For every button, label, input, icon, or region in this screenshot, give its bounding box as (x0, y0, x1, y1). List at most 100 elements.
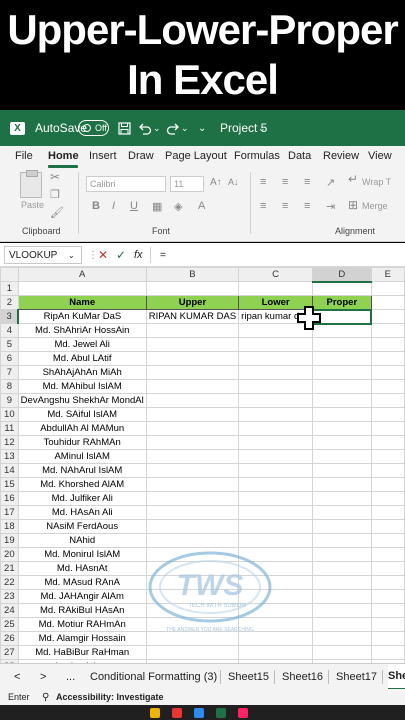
header-cell-upper[interactable]: Upper (145, 295, 240, 310)
row-header[interactable]: 4 (0, 323, 19, 338)
cell-name[interactable]: Md. Alamgir Hossain (17, 631, 147, 646)
cell[interactable] (312, 575, 372, 590)
cell-name[interactable]: Md. Julfiker Ali (17, 491, 147, 506)
cell-name[interactable]: DevAngshu ShekhAr MondAl (17, 393, 147, 408)
cell-name[interactable]: NAsiM FerdAous (17, 519, 147, 534)
cell[interactable] (370, 379, 405, 394)
format-painter-icon[interactable]: 🖌 (50, 206, 64, 219)
sheet-tab[interactable]: Sheet16 (282, 664, 323, 690)
cell[interactable] (145, 393, 240, 408)
column-header[interactable]: B (145, 267, 240, 282)
column-header[interactable]: E (370, 267, 405, 282)
cell[interactable] (312, 337, 372, 352)
cell[interactable] (238, 393, 314, 408)
merge-label[interactable]: Merge (362, 201, 388, 211)
browser-icon[interactable] (194, 708, 204, 718)
cell[interactable] (312, 449, 372, 464)
cell[interactable] (145, 645, 240, 660)
cell-name[interactable]: NAhid (17, 533, 147, 548)
spreadsheet-grid[interactable]: A B C D E 1 2 Name Upper Lower Proper 3 … (0, 267, 405, 663)
row-header[interactable]: 12 (0, 435, 19, 450)
row-header[interactable]: 15 (0, 477, 19, 492)
cell[interactable] (370, 323, 405, 338)
cell[interactable] (370, 449, 405, 464)
wrap-text-icon[interactable]: ↵ (348, 172, 358, 186)
column-header[interactable]: C (238, 267, 314, 282)
cell[interactable] (370, 421, 405, 436)
cell[interactable] (145, 463, 240, 478)
cell[interactable] (312, 645, 372, 660)
cell[interactable] (370, 533, 405, 548)
cell[interactable] (312, 533, 372, 548)
cell[interactable] (145, 281, 240, 296)
cut-icon[interactable]: ✂ (50, 170, 60, 184)
cell[interactable] (370, 281, 405, 296)
cell[interactable] (312, 421, 372, 436)
font-size-select[interactable]: 11 (170, 176, 204, 192)
borders-icon[interactable]: ▦ (152, 200, 162, 213)
row-header[interactable]: 17 (0, 505, 19, 520)
cell[interactable] (312, 491, 372, 506)
bold-button[interactable]: B (92, 200, 100, 212)
cell-name[interactable]: ShAhAjAhAn MiAh (17, 365, 147, 380)
active-cell-proper[interactable]: = (311, 308, 373, 325)
cell[interactable] (238, 351, 314, 366)
column-header[interactable]: D (312, 267, 372, 283)
underline-button[interactable]: U (130, 200, 138, 212)
cell[interactable] (370, 435, 405, 450)
excel-icon[interactable] (216, 708, 226, 718)
row-header[interactable]: 2 (0, 295, 19, 310)
tab-insert[interactable]: Insert (89, 150, 117, 162)
tab-file[interactable]: File (15, 150, 33, 162)
cell-name[interactable]: Md. RAkiBul HAsAn (17, 603, 147, 618)
cell[interactable] (145, 323, 240, 338)
cell-name[interactable]: Md. HAsAn Ali (17, 505, 147, 520)
tab-draw[interactable]: Draw (128, 150, 154, 162)
cell[interactable] (370, 603, 405, 618)
next-sheet-button[interactable]: > (40, 664, 46, 690)
row-header[interactable]: 20 (0, 547, 19, 562)
cell[interactable] (312, 407, 372, 422)
more-sheets-button[interactable]: ... (66, 664, 75, 690)
name-box-dropdown-icon[interactable]: ⌄ (68, 243, 75, 267)
cell[interactable] (145, 435, 240, 450)
cell[interactable] (370, 547, 405, 562)
paste-label[interactable]: Paste (21, 200, 44, 210)
select-all-corner[interactable] (0, 267, 19, 282)
merge-icon[interactable]: ⊞ (348, 198, 358, 212)
cell[interactable] (145, 421, 240, 436)
row-header[interactable]: 8 (0, 379, 19, 394)
cell[interactable] (145, 519, 240, 534)
cell[interactable] (370, 561, 405, 576)
cell[interactable] (370, 309, 405, 324)
row-header[interactable]: 16 (0, 491, 19, 506)
header-cell-proper[interactable]: Proper (312, 295, 372, 310)
cell[interactable] (238, 365, 314, 380)
align-left-icon[interactable]: ≡ (260, 200, 266, 212)
font-name-select[interactable]: Calibri (86, 176, 166, 192)
align-center-icon[interactable]: ≡ (282, 200, 288, 212)
app-icon[interactable] (172, 708, 182, 718)
cell[interactable] (370, 337, 405, 352)
cell[interactable] (238, 379, 314, 394)
cell-name[interactable]: RipAn KuMar DaS (17, 309, 147, 324)
redo-dropdown-icon[interactable]: ⌄ (181, 110, 189, 146)
formula-input[interactable]: = (160, 243, 166, 267)
cell[interactable] (312, 281, 372, 296)
sheet-tab-active[interactable]: She (388, 664, 405, 690)
cell[interactable] (238, 337, 314, 352)
row-header[interactable]: 9 (0, 393, 19, 408)
italic-button[interactable]: I (112, 200, 115, 212)
tab-home[interactable]: Home (48, 150, 79, 162)
row-header[interactable]: 19 (0, 533, 19, 548)
cell[interactable] (370, 491, 405, 506)
row-header[interactable]: 3 (0, 309, 20, 324)
column-header[interactable]: A (17, 267, 147, 282)
prev-sheet-button[interactable]: < (14, 664, 20, 690)
cell[interactable] (312, 631, 372, 646)
cell[interactable] (312, 435, 372, 450)
row-header[interactable]: 13 (0, 449, 19, 464)
cell[interactable] (312, 477, 372, 492)
cell[interactable] (145, 379, 240, 394)
cell[interactable] (370, 351, 405, 366)
